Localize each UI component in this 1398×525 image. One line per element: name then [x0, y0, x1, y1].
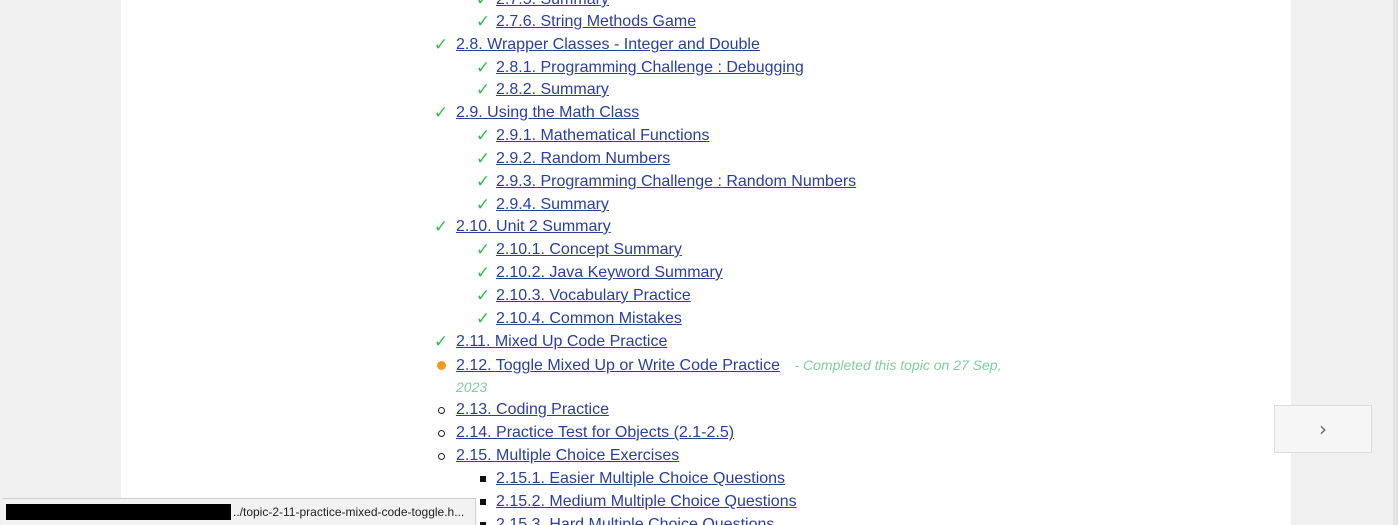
toc-link[interactable]: 2.10.4. Common Mistakes	[496, 310, 682, 327]
bullet-square-icon	[475, 468, 491, 490]
check-icon: ✓	[433, 332, 449, 352]
toc-link[interactable]: 2.8.1. Programming Challenge : Debugging	[496, 59, 804, 76]
toc-item: ✓ 2.10.3. Vocabulary Practice	[475, 285, 691, 307]
toc-item: ✓ 2.9.4. Summary	[475, 194, 609, 216]
completion-note: - Completed this topic on 27 Sep,	[794, 357, 1002, 373]
check-icon: ✓	[475, 126, 491, 146]
completion-note-date: 2023	[456, 379, 488, 395]
toc-link[interactable]: 2.7.6. String Methods Game	[496, 13, 696, 30]
toc-link[interactable]: 2.10.3. Vocabulary Practice	[496, 287, 691, 304]
toc-link[interactable]: 2.9.3. Programming Challenge : Random Nu…	[496, 173, 856, 190]
toc-link[interactable]: 2.15.3. Hard Multiple Choice Questions	[496, 516, 774, 525]
toc-item: ✓ 2.8.2. Summary	[475, 79, 609, 101]
check-icon: ✓	[475, 0, 491, 10]
toc-item: 2.15. Multiple Choice Exercises	[433, 445, 679, 467]
toc-item: ✓ 2.10.4. Common Mistakes	[475, 308, 682, 330]
check-icon: ✓	[475, 12, 491, 32]
toc-item: 2.13. Coding Practice	[433, 399, 609, 421]
toc-link[interactable]: 2.15.2. Medium Multiple Choice Questions	[496, 493, 797, 510]
toc-item: ✓ 2.10.2. Java Keyword Summary	[475, 262, 723, 284]
status-bar: ../topic-2-11-practice-mixed-code-toggle…	[3, 498, 476, 525]
toc-item: ✓ 2.8. Wrapper Classes - Integer and Dou…	[433, 34, 760, 56]
bullet-square-icon	[475, 491, 491, 513]
toc-item: ✓ 2.9.1. Mathematical Functions	[475, 125, 710, 147]
toc-item: ✓ 2.9.3. Programming Challenge : Random …	[475, 171, 856, 193]
toc-item: ✓ 2.7.5. Summary	[475, 0, 609, 11]
toc-link[interactable]: 2.15. Multiple Choice Exercises	[456, 447, 679, 464]
check-icon: ✓	[433, 35, 449, 55]
toc-link[interactable]: 2.7.5. Summary	[496, 0, 609, 8]
toc-item: 2.15.3. Hard Multiple Choice Questions	[475, 514, 774, 525]
toc-link[interactable]: 2.10.2. Java Keyword Summary	[496, 264, 723, 281]
toc-item: ✓ 2.9.2. Random Numbers	[475, 148, 670, 170]
check-icon: ✓	[475, 286, 491, 306]
toc-item: ✓ 2.8.1. Programming Challenge : Debuggi…	[475, 57, 804, 79]
check-icon: ✓	[475, 240, 491, 260]
toc-link[interactable]: 2.12. Toggle Mixed Up or Write Code Prac…	[456, 357, 780, 374]
bullet-square-icon	[475, 514, 491, 525]
toc-link[interactable]: 2.15.1. Easier Multiple Choice Questions	[496, 470, 785, 487]
check-icon: ✓	[433, 103, 449, 123]
toc-item: ✓ 2.10.1. Concept Summary	[475, 239, 682, 261]
toc-item: ✓ 2.11. Mixed Up Code Practice	[433, 331, 667, 353]
check-icon: ✓	[475, 172, 491, 192]
bullet-circle-icon	[433, 422, 449, 444]
check-icon: ✓	[433, 217, 449, 237]
bullet-circle-icon	[433, 399, 449, 421]
toc-link[interactable]: 2.10.1. Concept Summary	[496, 241, 682, 258]
toc-item: 2.15.2. Medium Multiple Choice Questions	[475, 491, 797, 513]
bullet-circle-icon	[433, 445, 449, 467]
toc-page: ✓ 2.7.5. Summary ✓ 2.7.6. String Methods…	[121, 0, 1291, 525]
check-icon: ✓	[475, 58, 491, 78]
toc-link[interactable]: 2.8.2. Summary	[496, 81, 609, 98]
toc-item: ✓ 2.7.6. String Methods Game	[475, 11, 696, 33]
in-progress-dot-icon	[433, 354, 449, 376]
check-icon: ✓	[475, 80, 491, 100]
toc-item-active: 2.12. Toggle Mixed Up or Write Code Prac…	[433, 354, 1001, 376]
redacted-block	[6, 504, 231, 520]
check-icon: ✓	[475, 149, 491, 169]
next-page-button[interactable]: ›	[1274, 405, 1372, 453]
toc-item: ✓ 2.9. Using the Math Class	[433, 102, 639, 124]
toc-link[interactable]: 2.10. Unit 2 Summary	[456, 218, 611, 235]
toc-item: 2.15.1. Easier Multiple Choice Questions	[475, 468, 785, 490]
check-icon: ✓	[475, 195, 491, 215]
toc-link[interactable]: 2.9.1. Mathematical Functions	[496, 127, 709, 144]
toc-link[interactable]: 2.11. Mixed Up Code Practice	[456, 333, 667, 350]
toc-item: ✓ 2.10. Unit 2 Summary	[433, 216, 611, 238]
check-icon: ✓	[475, 263, 491, 283]
chevron-right-icon: ›	[1319, 417, 1327, 441]
status-url: ../topic-2-11-practice-mixed-code-toggle…	[233, 505, 465, 519]
toc-link[interactable]: 2.9.2. Random Numbers	[496, 150, 670, 167]
check-icon: ✓	[475, 309, 491, 329]
toc-link[interactable]: 2.9.4. Summary	[496, 196, 609, 213]
toc-link[interactable]: 2.13. Coding Practice	[456, 401, 609, 418]
window-edge	[1393, 0, 1398, 525]
toc-link[interactable]: 2.8. Wrapper Classes - Integer and Doubl…	[456, 36, 760, 53]
toc-link[interactable]: 2.14. Practice Test for Objects (2.1-2.5…	[456, 424, 734, 441]
toc-link[interactable]: 2.9. Using the Math Class	[456, 104, 639, 121]
toc-item: 2.14. Practice Test for Objects (2.1-2.5…	[433, 422, 734, 444]
